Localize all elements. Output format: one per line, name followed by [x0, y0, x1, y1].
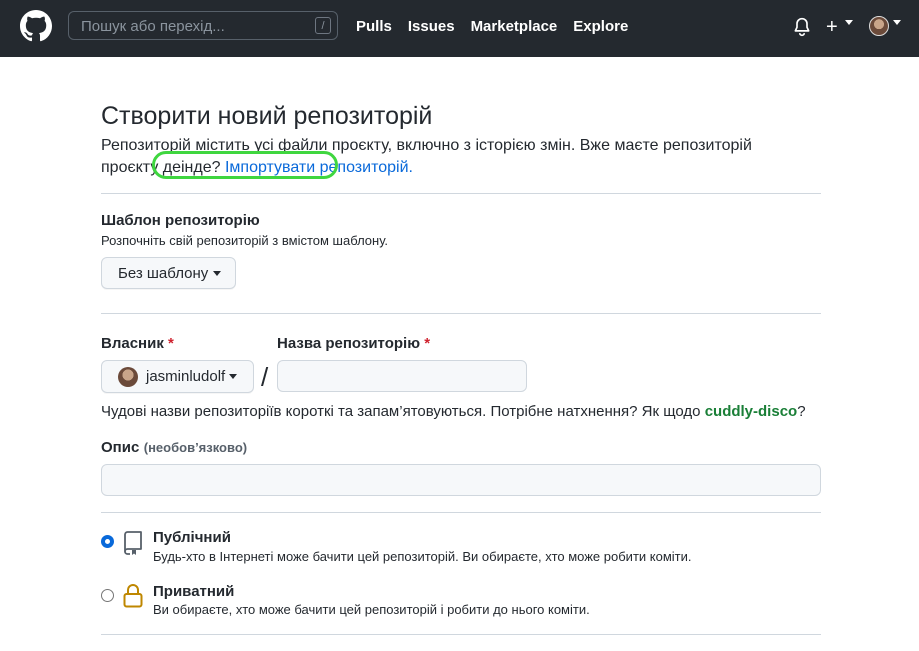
- repo-name-label: Назва репозиторію *: [277, 335, 430, 352]
- name-hint-end: ?: [797, 403, 806, 420]
- nav-issues[interactable]: Issues: [408, 18, 455, 35]
- suggested-name-link[interactable]: cuddly-disco: [705, 403, 798, 420]
- import-link-highlight: [152, 151, 338, 179]
- required-mark: *: [424, 335, 431, 352]
- owner-avatar: [118, 366, 138, 387]
- nav-marketplace[interactable]: Marketplace: [471, 18, 558, 35]
- name-hint-text: Чудові назви репозиторіїв короткі та зап…: [101, 403, 701, 420]
- chevron-down-icon[interactable]: [893, 20, 901, 25]
- repo-name-label-text: Назва репозиторію: [277, 335, 421, 352]
- required-mark: *: [168, 335, 174, 352]
- github-logo-icon[interactable]: [20, 10, 52, 42]
- owner-select-button[interactable]: jasminludolf: [101, 360, 254, 393]
- owner-name: jasminludolf: [146, 368, 226, 385]
- search-shortcut-key: /: [315, 17, 331, 34]
- user-avatar[interactable]: [869, 16, 889, 36]
- repo-icon: [124, 531, 142, 555]
- description-input[interactable]: [101, 464, 821, 496]
- divider: [101, 313, 821, 314]
- main-nav: Pulls Issues Marketplace Explore: [356, 18, 644, 35]
- chevron-down-icon[interactable]: [845, 20, 853, 25]
- description-label: Опис (необов’язково): [101, 439, 247, 457]
- template-label: Шаблон репозиторію: [101, 212, 260, 229]
- create-repo-form: Створити новий репозиторій Репозиторій м…: [101, 100, 821, 179]
- description-optional: (необов’язково): [143, 440, 248, 455]
- owner-label-text: Власник: [101, 335, 164, 352]
- search-placeholder: Пошук або перехід...: [81, 18, 225, 35]
- chevron-down-icon: [213, 270, 222, 276]
- top-header: Пошук або перехід... / Pulls Issues Mark…: [0, 0, 919, 57]
- repo-name-input[interactable]: [277, 360, 527, 392]
- private-radio[interactable]: [101, 589, 114, 602]
- owner-repo-separator: /: [261, 362, 269, 392]
- bell-icon[interactable]: [793, 17, 811, 37]
- lock-icon: [123, 584, 143, 608]
- private-description: Ви обираєте, хто може бачити цей репозит…: [153, 602, 590, 617]
- description-label-text: Опис: [101, 439, 140, 456]
- search-input[interactable]: Пошук або перехід... /: [68, 11, 338, 40]
- chevron-down-icon: [229, 374, 238, 379]
- plus-icon[interactable]: +: [826, 17, 838, 37]
- public-radio[interactable]: [101, 535, 114, 548]
- divider: [101, 512, 821, 513]
- private-title: Приватний: [153, 583, 235, 600]
- nav-explore[interactable]: Explore: [573, 18, 628, 35]
- template-select-button[interactable]: Без шаблону: [101, 257, 236, 289]
- name-hint: Чудові назви репозиторіїв короткі та зап…: [101, 403, 806, 420]
- owner-label: Власник *: [101, 335, 174, 352]
- nav-pulls[interactable]: Pulls: [356, 18, 392, 35]
- public-title: Публічний: [153, 529, 231, 546]
- divider: [101, 634, 821, 635]
- template-select-label: Без шаблону: [118, 264, 209, 282]
- template-hint: Розпочніть свій репозиторій з вмістом ша…: [101, 233, 389, 248]
- divider: [101, 193, 821, 194]
- public-description: Будь-хто в Інтернеті може бачити цей реп…: [153, 549, 692, 564]
- page-title: Створити новий репозиторій: [101, 102, 433, 130]
